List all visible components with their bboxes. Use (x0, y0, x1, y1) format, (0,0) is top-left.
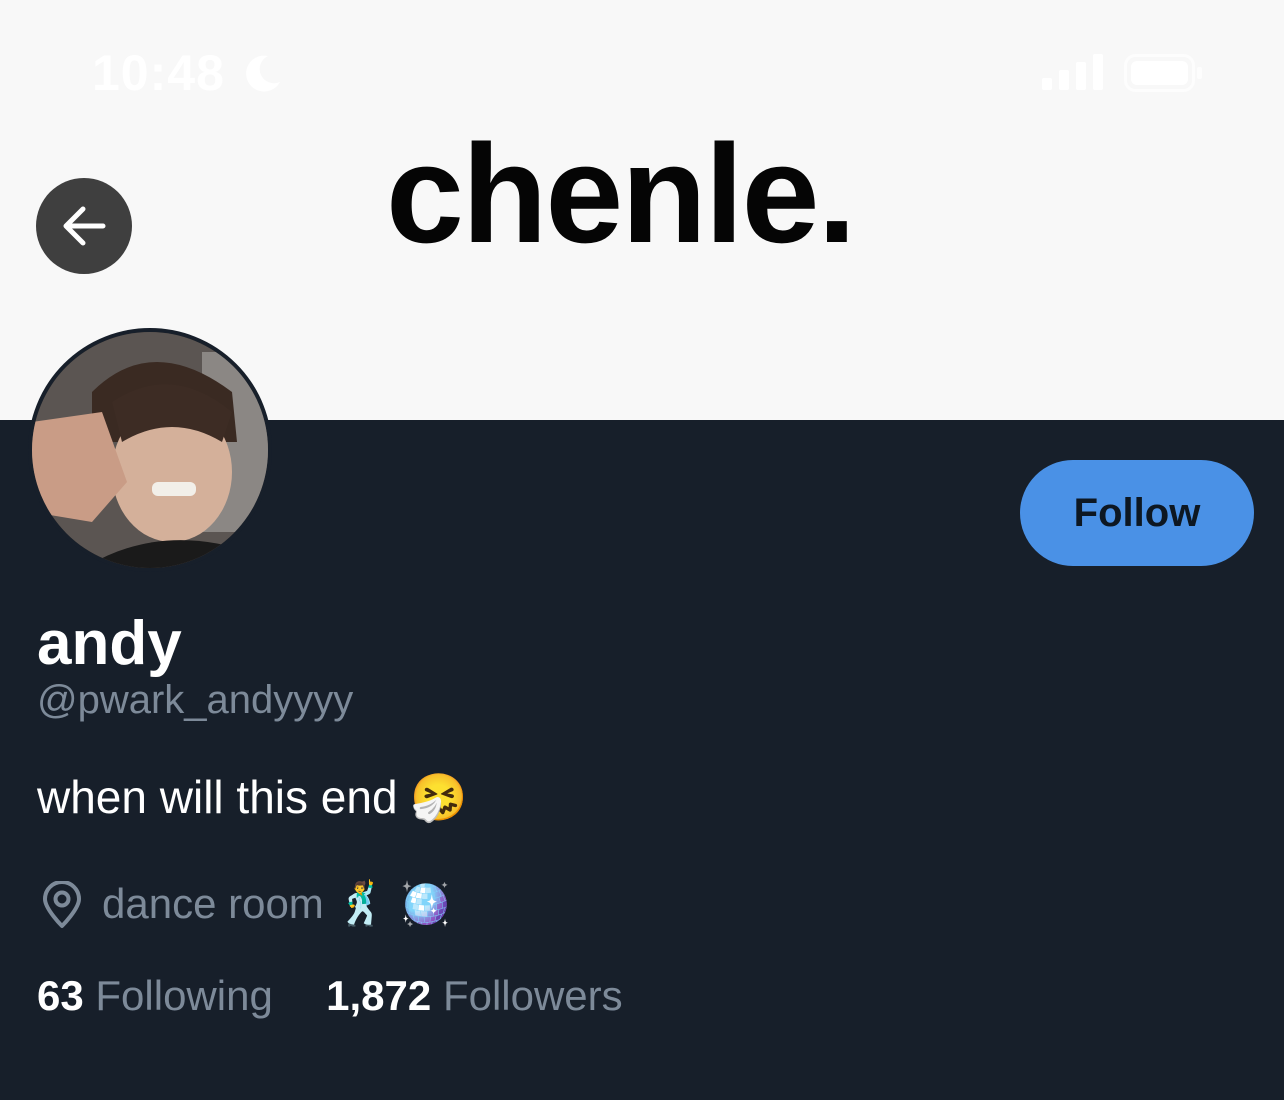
following-link[interactable]: 63 Following (37, 972, 284, 1019)
profile-bio: when will this end 🤧 (37, 771, 468, 823)
battery-icon (1124, 54, 1202, 92)
user-handle: @pwark_andyyyy (37, 678, 354, 722)
follow-button[interactable]: Follow (1020, 460, 1254, 566)
signal-icon (1042, 54, 1103, 90)
avatar-photo (32, 332, 268, 568)
back-button[interactable] (36, 178, 132, 274)
following-label: Following (95, 972, 273, 1019)
arrow-left-icon (63, 206, 106, 246)
avatar[interactable] (28, 328, 272, 572)
follow-stats: 63 Following 1,872 Followers (37, 972, 623, 1020)
followers-link[interactable]: 1,872 Followers (326, 972, 623, 1019)
following-count: 63 (37, 972, 84, 1019)
moon-icon (246, 55, 280, 92)
location-text: dance room 🕺 🪩 (102, 880, 452, 927)
status-time: 10:48 (92, 45, 225, 101)
followers-count: 1,872 (326, 972, 432, 1019)
banner-title: chenle. (386, 115, 856, 272)
followers-label: Followers (442, 972, 623, 1019)
display-name: andy (37, 609, 182, 678)
location-row: dance room 🕺 🪩 (40, 880, 452, 929)
location-pin-icon (43, 880, 81, 928)
